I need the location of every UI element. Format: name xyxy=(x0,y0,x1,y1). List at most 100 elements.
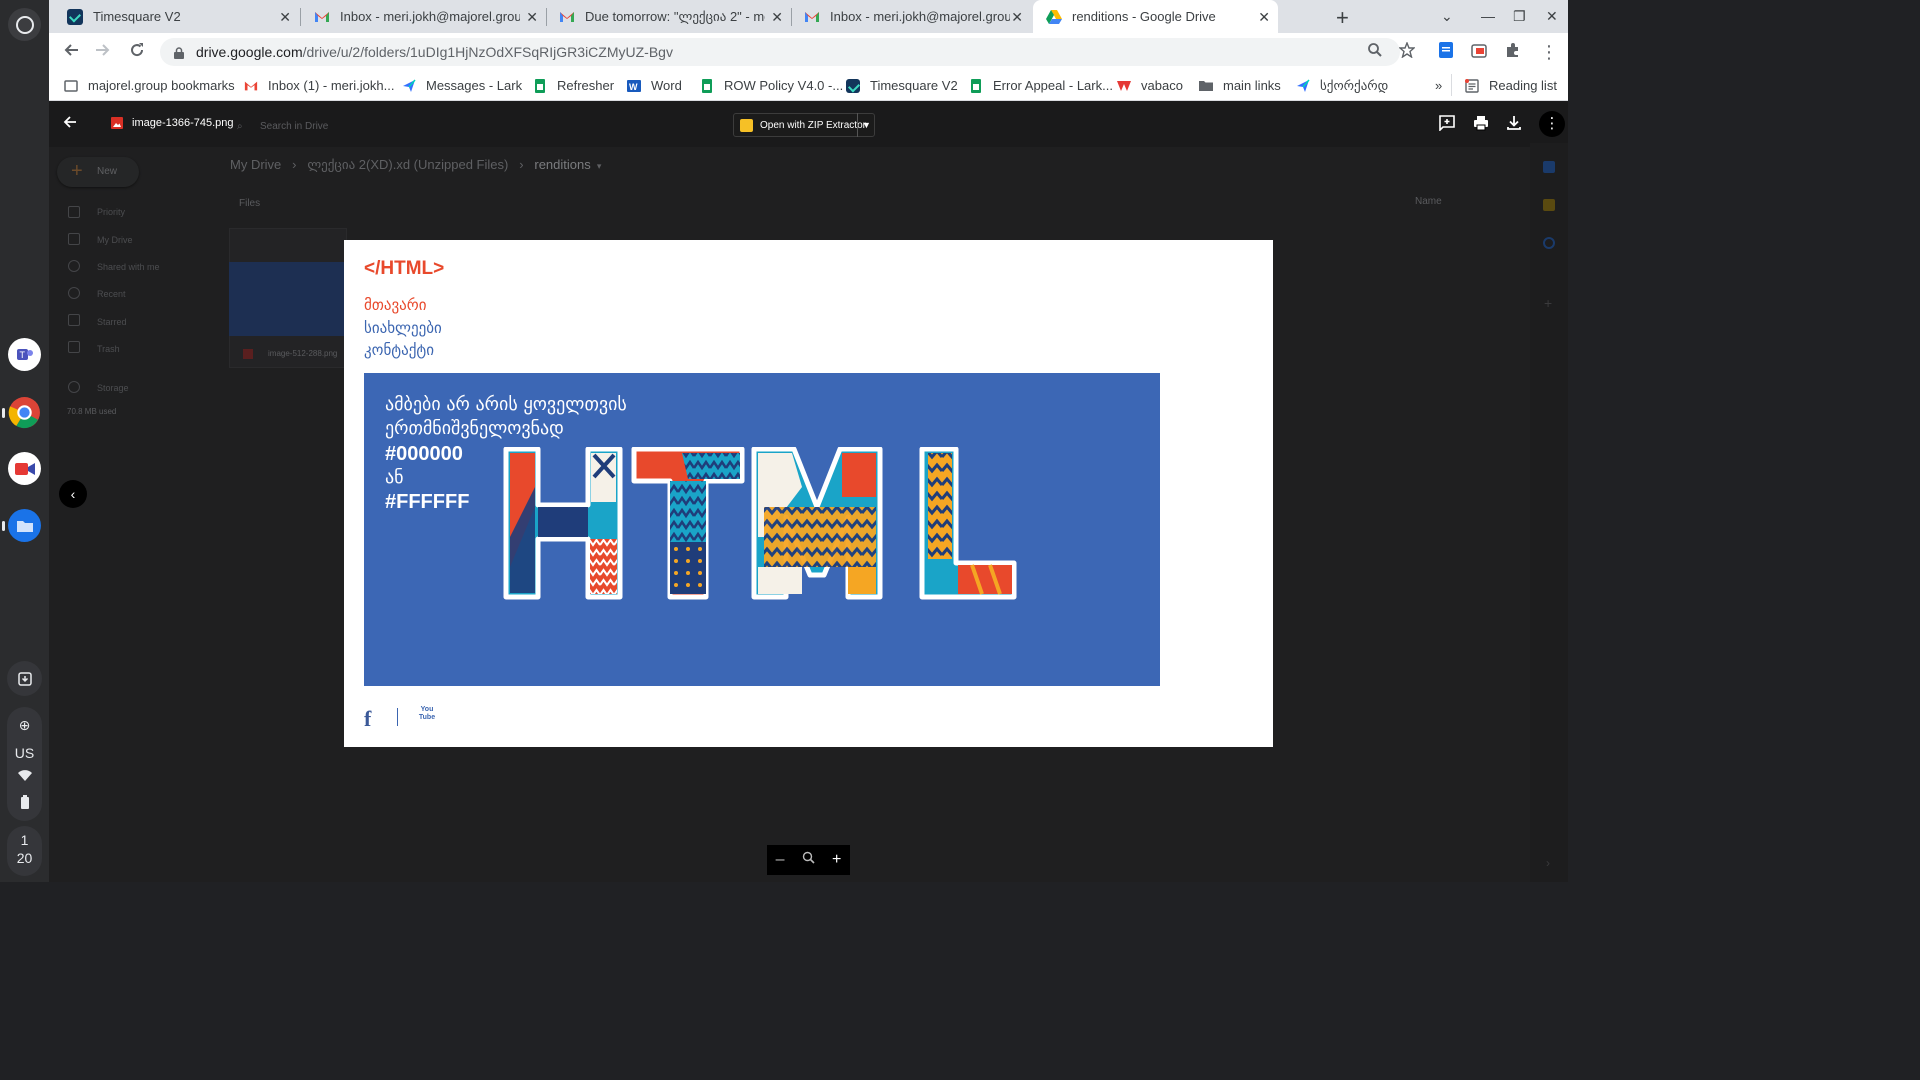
minimize-icon[interactable]: — xyxy=(1481,8,1495,24)
forward-arrow-icon[interactable] xyxy=(95,42,111,63)
status-area[interactable]: ⊕ US xyxy=(7,707,42,821)
bookmark-label: სქორქარდ xyxy=(1320,78,1389,93)
zoom-in-button[interactable]: + xyxy=(832,851,841,869)
zoom-magnifier-icon[interactable] xyxy=(1367,42,1383,63)
side-panel: + › xyxy=(1530,143,1568,882)
open-with-label: Open with ZIP Extractor xyxy=(760,119,866,131)
chevron-right-icon[interactable]: › xyxy=(1546,856,1550,870)
tab-due-tomorrow[interactable]: Due tomorrow: "ლექცია 2" - me ✕ xyxy=(546,0,791,33)
address-bar[interactable]: drive.google.com/drive/u/2/folders/1uDIg… xyxy=(160,38,1400,66)
image-preview: </HTML> მთავარი სიახლეები კონტაქტი ამბებ… xyxy=(344,240,1273,747)
tab-google-drive[interactable]: renditions - Google Drive ✕ xyxy=(1033,0,1278,33)
keep-icon[interactable] xyxy=(1543,199,1555,211)
holding-space-icon[interactable] xyxy=(7,661,42,696)
banner-line: ერთმნიშვნელოვნად xyxy=(385,418,564,439)
bookmark-word[interactable]: W Word xyxy=(627,78,682,93)
star-icon xyxy=(68,314,80,326)
bookmarks-divider xyxy=(1451,74,1452,96)
zoom-magnifier-icon[interactable] xyxy=(802,851,815,869)
shared-icon xyxy=(68,260,80,272)
download-icon[interactable] xyxy=(1506,115,1522,135)
tab-timesquare[interactable]: Timesquare V2 ✕ xyxy=(54,0,299,33)
tab-search-icon[interactable]: ⌄ xyxy=(1441,8,1453,25)
viewer-file-name: image-1366-745.png xyxy=(111,117,234,129)
reload-icon[interactable] xyxy=(129,42,145,63)
bookmark-lark[interactable]: Messages - Lark xyxy=(402,78,522,93)
new-button[interactable]: New xyxy=(57,157,139,187)
sort-name-header[interactable]: Name xyxy=(1415,196,1442,207)
files-app-icon[interactable] xyxy=(8,509,41,542)
trash-icon xyxy=(68,341,80,353)
back-arrow-icon[interactable] xyxy=(63,42,79,63)
extension-cast-icon[interactable] xyxy=(1471,42,1487,63)
nav-news: სიახლეები xyxy=(364,319,442,337)
tab-inbox-1[interactable]: Inbox - meri.jokh@majorel.group ✕ xyxy=(301,0,546,33)
chevron-down-icon[interactable]: ▼ xyxy=(857,113,875,137)
zoom-out-button[interactable]: – xyxy=(776,851,785,869)
breadcrumb-renditions[interactable]: renditions xyxy=(534,157,590,172)
tab-strip: Timesquare V2 ✕ Inbox - meri.jokh@majore… xyxy=(49,0,1568,33)
priority-icon xyxy=(68,206,80,218)
menu-kebab-icon[interactable]: ⋮ xyxy=(1540,42,1558,63)
viewer-toolbar: image-1366-745.png Open with ZIP Extract… xyxy=(49,107,1568,143)
sidebar-item-my-drive[interactable]: My Drive xyxy=(97,235,133,245)
new-tab-button[interactable]: + xyxy=(1336,5,1349,31)
bookmark-label: Word xyxy=(651,78,682,93)
sidebar-item-priority[interactable]: Priority xyxy=(97,207,125,217)
add-circle-icon: ⊕ xyxy=(18,717,31,733)
sidebar-item-shared[interactable]: Shared with me xyxy=(97,262,160,272)
bookmark-scorecard[interactable]: სქორქარდ xyxy=(1296,78,1388,94)
open-with-button[interactable]: Open with ZIP Extractor xyxy=(733,113,875,137)
sidebar-item-starred[interactable]: Starred xyxy=(97,317,127,327)
bookmark-majorel[interactable]: majorel.group bookmarks xyxy=(64,78,235,93)
bookmark-inbox[interactable]: Inbox (1) - meri.jokh... xyxy=(244,78,394,93)
breadcrumb-my-drive[interactable]: My Drive xyxy=(230,157,281,172)
more-options-icon[interactable]: ⋮ xyxy=(1539,111,1565,137)
sidebar-item-storage[interactable]: Storage xyxy=(97,383,129,393)
star-icon[interactable] xyxy=(1398,41,1416,63)
tab-title: Timesquare V2 xyxy=(93,9,181,24)
reading-list-icon xyxy=(1465,78,1479,93)
tasks-icon[interactable] xyxy=(1543,237,1555,249)
previous-file-button[interactable]: ‹ xyxy=(59,480,87,508)
close-icon[interactable]: ✕ xyxy=(1258,9,1270,26)
bookmark-row-policy[interactable]: ROW Policy V4.0 -... xyxy=(700,78,843,93)
bookmark-error-appeal[interactable]: Error Appeal - Lark... xyxy=(969,78,1113,93)
clock[interactable]: 1 20 xyxy=(7,826,42,876)
launcher-button[interactable] xyxy=(8,8,41,41)
calendar-icon[interactable] xyxy=(1543,161,1555,173)
tab-title: renditions - Google Drive xyxy=(1072,9,1216,24)
extension-docs-icon[interactable] xyxy=(1439,42,1453,63)
close-icon[interactable]: ✕ xyxy=(526,9,538,26)
breadcrumb-unzipped[interactable]: ლექცია 2(XD).xd (Unzipped Files) xyxy=(307,157,508,172)
extensions-puzzle-icon[interactable] xyxy=(1505,42,1521,63)
back-arrow-icon[interactable] xyxy=(63,115,77,134)
bookmark-main-links[interactable]: main links xyxy=(1199,78,1281,93)
zoom-controls: – + xyxy=(767,845,850,875)
vabaco-icon xyxy=(1117,80,1131,91)
teams-app-icon[interactable]: T xyxy=(8,338,41,371)
close-icon[interactable]: ✕ xyxy=(1011,9,1023,26)
zip-extractor-icon xyxy=(740,118,753,132)
tab-inbox-2[interactable]: Inbox - meri.jokh@majorel.group ✕ xyxy=(791,0,1031,33)
close-icon[interactable]: ✕ xyxy=(279,9,291,26)
add-comment-icon[interactable] xyxy=(1439,115,1455,135)
add-addon-icon[interactable]: + xyxy=(1544,295,1552,311)
print-icon[interactable] xyxy=(1473,115,1489,135)
bookmarks-overflow-button[interactable]: » xyxy=(1435,78,1442,93)
gmail-icon xyxy=(805,11,819,22)
bookmark-refresher[interactable]: Refresher xyxy=(533,78,614,93)
close-window-icon[interactable]: ✕ xyxy=(1546,8,1558,25)
bookmark-timesquare[interactable]: Timesquare V2 xyxy=(846,78,958,93)
sidebar-item-trash[interactable]: Trash xyxy=(97,344,120,354)
close-icon[interactable]: ✕ xyxy=(771,9,783,26)
chrome-app-icon[interactable] xyxy=(8,396,41,429)
bookmark-vabaco[interactable]: vabaco xyxy=(1117,78,1183,93)
reading-list-button[interactable]: Reading list xyxy=(1465,78,1557,93)
lock-icon[interactable] xyxy=(174,46,184,59)
meet-app-icon[interactable] xyxy=(8,452,41,485)
svg-text:T: T xyxy=(19,350,25,360)
restore-icon[interactable]: ❐ xyxy=(1513,8,1526,25)
youtube-label: You Tube xyxy=(418,706,436,721)
sidebar-item-recent[interactable]: Recent xyxy=(97,289,126,299)
